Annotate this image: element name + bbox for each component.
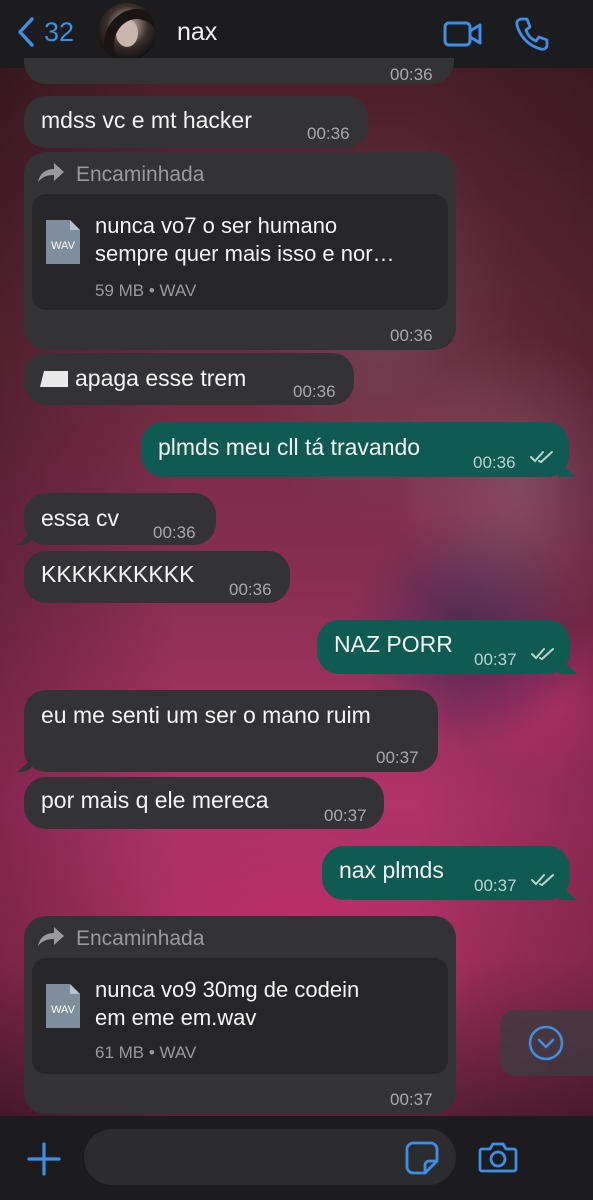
- forwarded-file-message[interactable]: Encaminhada WAV nunca vo9 30mg de codein…: [24, 916, 456, 1114]
- forward-arrow-icon: [38, 163, 64, 182]
- double-check-icon: [530, 451, 553, 464]
- sticker-icon: [405, 1141, 439, 1175]
- chevron-down-circle-icon: [528, 1025, 564, 1061]
- contact-name[interactable]: nax: [177, 18, 217, 47]
- message-time: 00:37: [474, 650, 517, 669]
- message-time: 00:37: [324, 806, 367, 825]
- svg-text:WAV: WAV: [51, 240, 75, 252]
- forward-arrow-icon: [38, 927, 64, 946]
- wav-file-icon: WAV: [46, 220, 80, 264]
- voice-call-button[interactable]: [514, 16, 550, 57]
- message-time: 00:36: [390, 65, 433, 84]
- video-camera-icon: [443, 21, 482, 47]
- message-bubble-incoming[interactable]: apaga esse trem 00:36: [24, 353, 354, 405]
- file-name-line2: em eme em.wav: [95, 1005, 257, 1030]
- message-bubble-incoming[interactable]: eu me senti um ser o mano ruim 00:37: [24, 690, 438, 772]
- message-time: 00:37: [390, 1090, 433, 1109]
- message-bubble-outgoing[interactable]: plmds meu cll tá travando 00:36: [141, 422, 569, 477]
- message-text: KKKKKKKKKK: [41, 561, 195, 587]
- message-time: 00:36: [153, 523, 196, 542]
- message-bubble-incoming[interactable]: essa cv 00:36: [24, 493, 216, 545]
- message-time: 00:36: [293, 382, 336, 401]
- double-check-icon: [531, 648, 554, 661]
- back-button[interactable]: 32: [14, 14, 74, 50]
- sticker-button[interactable]: [405, 1141, 439, 1180]
- video-call-button[interactable]: [443, 16, 483, 57]
- composer-bar: [0, 1116, 593, 1200]
- message-time: 00:37: [376, 748, 419, 767]
- phone-icon: [515, 17, 549, 51]
- message-text: nax plmds: [339, 857, 444, 883]
- scroll-to-bottom-button[interactable]: [500, 1010, 593, 1076]
- file-meta: 61 MB • WAV: [95, 1043, 197, 1062]
- message-bubble-incoming[interactable]: KKKKKKKKKK 00:36: [24, 551, 290, 603]
- message-bubble-partial[interactable]: 00:36: [24, 58, 454, 84]
- message-time: 00:37: [474, 876, 517, 895]
- message-time: 00:36: [473, 453, 516, 472]
- file-attachment[interactable]: WAV nunca vo7 o ser humano sempre quer m…: [32, 194, 448, 310]
- image-thumbnail-icon: [40, 371, 68, 387]
- message-text: apaga esse trem: [75, 365, 247, 391]
- file-name-line1: nunca vo7 o ser humano: [95, 213, 338, 238]
- chevron-left-icon: [18, 17, 34, 47]
- attach-button[interactable]: [26, 1141, 62, 1182]
- forwarded-label: Encaminhada: [76, 163, 205, 186]
- message-bubble-outgoing[interactable]: nax plmds 00:37: [322, 846, 570, 900]
- message-bubble-incoming[interactable]: por mais q ele mereca 00:37: [24, 777, 384, 829]
- message-input[interactable]: [84, 1129, 456, 1185]
- file-name-line2: sempre quer mais isso e nor…: [95, 241, 395, 266]
- message-time: 00:36: [390, 326, 433, 345]
- camera-icon: [478, 1142, 518, 1173]
- plus-icon: [27, 1142, 61, 1176]
- message-text: por mais q ele mereca: [41, 787, 269, 813]
- forwarded-label: Encaminhada: [76, 927, 205, 950]
- message-text: NAZ PORR: [334, 631, 453, 657]
- forwarded-file-message[interactable]: Encaminhada WAV nunca vo7 o ser humano s…: [24, 152, 456, 350]
- file-attachment[interactable]: WAV nunca vo9 30mg de codein em eme em.w…: [32, 958, 448, 1074]
- unread-count: 32: [44, 16, 75, 47]
- message-bubble-outgoing[interactable]: NAZ PORR 00:37: [317, 620, 570, 674]
- camera-button[interactable]: [478, 1139, 518, 1180]
- wav-file-icon: WAV: [46, 984, 80, 1028]
- file-name-line1: nunca vo9 30mg de codein: [95, 977, 360, 1002]
- contact-avatar[interactable]: [98, 3, 156, 61]
- message-text: eu me senti um ser o mano ruim: [41, 702, 371, 728]
- message-bubble-incoming[interactable]: mdss vc e mt hacker 00:36: [24, 96, 368, 148]
- message-text: plmds meu cll tá travando: [158, 434, 421, 460]
- message-text: essa cv: [41, 505, 119, 531]
- message-time: 00:36: [229, 580, 272, 599]
- message-text: mdss vc e mt hacker: [41, 107, 252, 133]
- double-check-icon: [531, 874, 554, 887]
- svg-text:WAV: WAV: [51, 1004, 75, 1016]
- message-time: 00:36: [307, 124, 350, 143]
- file-meta: 59 MB • WAV: [95, 281, 197, 300]
